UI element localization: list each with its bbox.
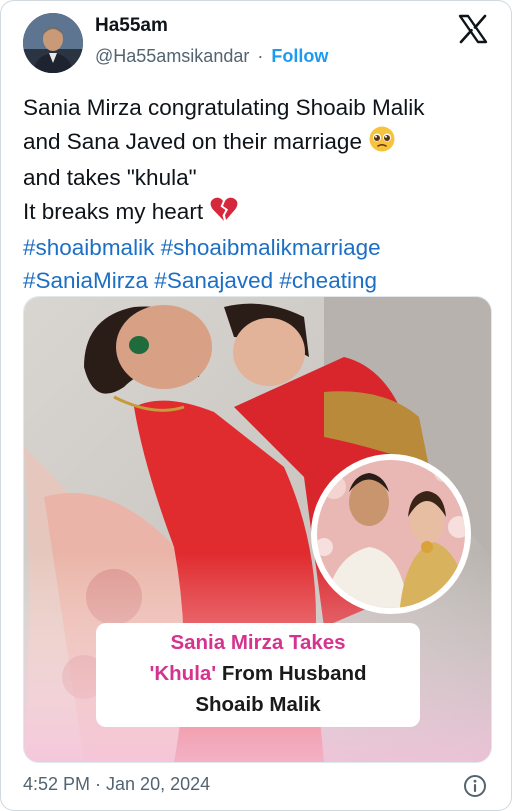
tweet-card: Ha55am @Ha55amsikandar · Follow Sania Mi… [0, 0, 512, 811]
tweet-line-1: Sania Mirza congratulating Shoaib Malik [23, 95, 425, 120]
tweet-line-4: It breaks my heart [23, 198, 204, 224]
info-icon[interactable] [463, 774, 487, 798]
author-handle-row: @Ha55amsikandar · Follow [95, 46, 328, 67]
tweet-timestamp[interactable]: 4:52 PM · Jan 20, 2024 [23, 774, 210, 795]
author-handle[interactable]: @Ha55amsikandar [95, 46, 249, 66]
pleading-face-emoji [368, 125, 396, 163]
headline-line-1: Sania Mirza Takes [170, 631, 346, 654]
tweet-line-4-row: It breaks my heart [23, 195, 493, 233]
tweet-text: Sania Mirza congratulating Shoaib Malik … [23, 92, 493, 297]
hashtags-line-2[interactable]: #SaniaMirza #Sanajaved #cheating [23, 265, 493, 298]
author-name[interactable]: Ha55am [95, 15, 168, 37]
separator: · [257, 46, 264, 66]
broken-heart-emoji [209, 195, 239, 233]
media-headline: Sania Mirza Takes 'Khula' From Husband S… [96, 623, 420, 727]
author-avatar[interactable] [23, 13, 83, 73]
tweet-line-3: and takes "khula" [23, 165, 197, 190]
hashtags-line-1[interactable]: #shoaibmalik #shoaibmalikmarriage [23, 232, 493, 265]
headline-khula: 'Khula' [149, 662, 217, 685]
headline-line-3: Shoaib Malik [195, 693, 321, 716]
headline-line-2: 'Khula' From Husband [96, 658, 420, 689]
tweet-line-2: and Sana Javed on their marriage [23, 128, 362, 154]
follow-button[interactable]: Follow [271, 46, 328, 66]
profile-photo [23, 13, 83, 73]
headline-from-husband: From Husband [216, 662, 367, 685]
media-image[interactable]: Sania Mirza Takes 'Khula' From Husband S… [23, 296, 492, 763]
tweet-line-2-row: and Sana Javed on their marriage [23, 125, 493, 163]
x-logo-icon[interactable] [457, 13, 489, 45]
